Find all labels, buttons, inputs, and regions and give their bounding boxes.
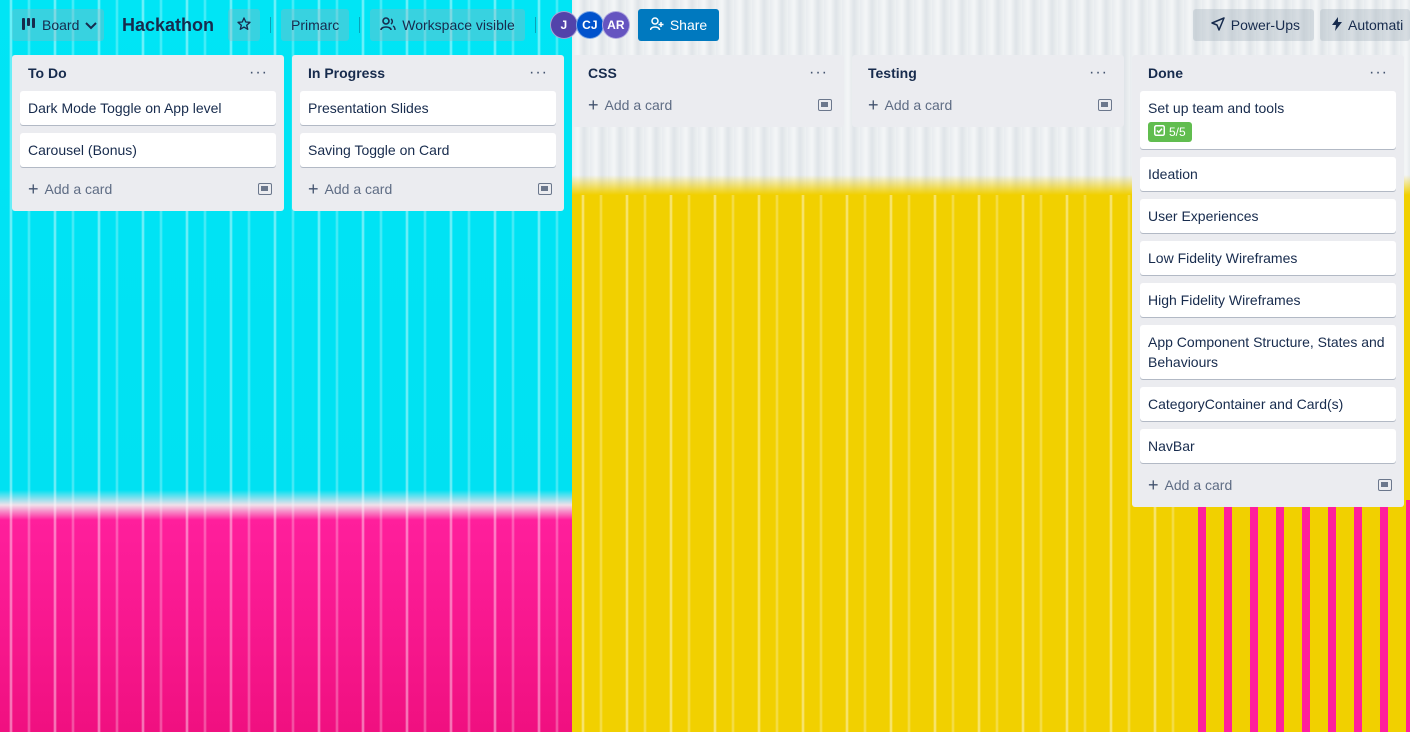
divider (359, 17, 361, 33)
list-header: CSS ··· (580, 55, 836, 91)
card[interactable]: Dark Mode Toggle on App level (20, 91, 276, 125)
card[interactable]: Low Fidelity Wireframes (1140, 241, 1396, 275)
add-card-button[interactable]: + Add a card (1148, 476, 1232, 494)
add-card-button[interactable]: + Add a card (308, 180, 392, 198)
background-pattern (1180, 500, 1410, 732)
powerups-button[interactable]: Power-Ups (1192, 9, 1314, 41)
add-card-row: + Add a card (1140, 471, 1396, 499)
avatar[interactable]: J (549, 11, 578, 39)
avatar[interactable]: CJ (575, 11, 604, 39)
workspace-button[interactable]: Primarc (281, 9, 350, 41)
template-icon[interactable] (818, 99, 832, 111)
workspace-label: Primarc (291, 17, 340, 33)
automation-label: Automati (1348, 17, 1404, 33)
ellipsis-icon[interactable]: ··· (1089, 65, 1108, 81)
list-css: CSS ··· + Add a card (572, 55, 844, 127)
star-button[interactable] (228, 9, 261, 41)
avatar[interactable]: AR (601, 11, 630, 39)
card[interactable]: App Component Structure, States and Beha… (1140, 325, 1396, 379)
rocket-icon (1211, 16, 1225, 34)
chevron-down-icon (85, 17, 98, 33)
list-in-progress: In Progress ··· Presentation Slides Savi… (292, 55, 564, 211)
lightning-icon (1332, 16, 1342, 34)
add-card-button[interactable]: + Add a card (28, 180, 112, 198)
card[interactable]: NavBar (1140, 429, 1396, 463)
star-icon (236, 16, 252, 35)
ellipsis-icon[interactable]: ··· (529, 65, 548, 81)
add-card-button[interactable]: + Add a card (588, 96, 672, 114)
visibility-button[interactable]: Workspace visible (370, 9, 525, 41)
list-title[interactable]: CSS (588, 65, 617, 81)
checklist-count: 5/5 (1169, 125, 1186, 139)
list-header: In Progress ··· (300, 55, 556, 91)
list-header: Done ··· (1140, 55, 1396, 91)
add-card-label: Add a card (884, 97, 953, 113)
card[interactable]: Set up team and tools 5/5 (1140, 91, 1396, 149)
add-card-label: Add a card (324, 181, 393, 197)
add-card-row: + Add a card (860, 91, 1116, 119)
add-card-row: + Add a card (20, 175, 276, 203)
plus-icon: + (588, 95, 599, 115)
add-card-label: Add a card (604, 97, 673, 113)
list-title[interactable]: In Progress (308, 65, 385, 81)
template-icon[interactable] (1098, 99, 1112, 111)
powerups-label: Power-Ups (1230, 17, 1300, 33)
share-button[interactable]: Share (637, 9, 720, 41)
board-view-label: Board (42, 17, 80, 33)
list-title[interactable]: To Do (28, 65, 67, 81)
board-header: Board Hackathon Primarc Workspace visibl… (0, 0, 1410, 50)
card[interactable]: CategoryContainer and Card(s) (1140, 387, 1396, 421)
add-card-label: Add a card (44, 181, 113, 197)
card[interactable]: High Fidelity Wireframes (1140, 283, 1396, 317)
visibility-label: Workspace visible (402, 17, 515, 33)
add-card-row: + Add a card (300, 175, 556, 203)
share-label: Share (669, 17, 708, 33)
ellipsis-icon[interactable]: ··· (809, 65, 828, 81)
plus-icon: + (308, 179, 319, 199)
checklist-badge: 5/5 (1148, 122, 1192, 142)
divider (534, 17, 536, 33)
add-card-button[interactable]: + Add a card (868, 96, 952, 114)
template-icon[interactable] (1378, 479, 1392, 491)
card[interactable]: Carousel (Bonus) (20, 133, 276, 167)
plus-icon: + (1148, 475, 1159, 495)
list-header: Testing ··· (860, 55, 1116, 91)
divider (270, 17, 272, 33)
list-title[interactable]: Testing (868, 65, 917, 81)
card[interactable]: Presentation Slides (300, 91, 556, 125)
list-testing: Testing ··· + Add a card (852, 55, 1124, 127)
template-icon[interactable] (538, 183, 552, 195)
checkbox-icon (1154, 124, 1165, 140)
card[interactable]: Ideation (1140, 157, 1396, 191)
list-done: Done ··· Set up team and tools 5/5 Ideat… (1132, 55, 1404, 507)
people-icon (380, 16, 396, 34)
card-title: Set up team and tools (1148, 100, 1285, 116)
ellipsis-icon[interactable]: ··· (249, 65, 268, 81)
add-person-icon (649, 16, 664, 34)
automation-button[interactable]: Automati (1320, 9, 1410, 41)
list-header: To Do ··· (20, 55, 276, 91)
template-icon[interactable] (258, 183, 272, 195)
add-card-row: + Add a card (580, 91, 836, 119)
card[interactable]: Saving Toggle on Card (300, 133, 556, 167)
plus-icon: + (28, 179, 39, 199)
list-title[interactable]: Done (1148, 65, 1183, 81)
board-tools: Power-Ups Automati (1192, 9, 1410, 41)
board-title[interactable]: Hackathon (122, 15, 214, 36)
board-view-switcher[interactable]: Board (12, 9, 104, 41)
ellipsis-icon[interactable]: ··· (1369, 65, 1388, 81)
card[interactable]: User Experiences (1140, 199, 1396, 233)
list-todo: To Do ··· Dark Mode Toggle on App level … (12, 55, 284, 211)
member-avatars: J CJ AR (549, 11, 630, 39)
add-card-label: Add a card (1164, 477, 1233, 493)
board-icon (22, 17, 36, 33)
plus-icon: + (868, 95, 879, 115)
